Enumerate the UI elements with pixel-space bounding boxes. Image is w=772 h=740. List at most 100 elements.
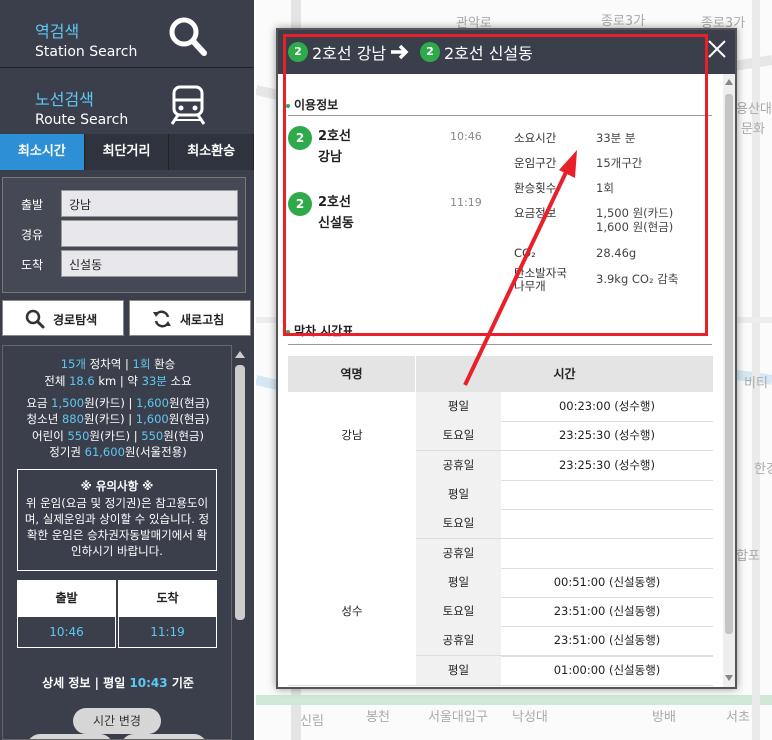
arrive-time: 11:19: [118, 616, 217, 648]
table-day-cell: 공휴일: [416, 538, 501, 568]
fare-card: 1,500: [51, 396, 85, 410]
via-input[interactable]: [61, 220, 238, 247]
refresh-button[interactable]: 새로고침: [129, 300, 251, 336]
notice-title: ※ 유의사항 ※: [80, 479, 154, 493]
route-search-submit-label: 경로탐색: [53, 313, 98, 327]
duration-suffix: 소요: [166, 374, 192, 388]
table-day-cell: 평일: [416, 479, 501, 509]
table-day-cell: 토요일: [416, 509, 501, 539]
fare-cash: 1,600: [136, 396, 169, 410]
table-time-cell: 00:23:00 (성수행): [558, 399, 656, 413]
transfer-count: 1회: [132, 357, 151, 371]
tree-label: 탄소발자국: [514, 266, 567, 280]
modal-scrollbar[interactable]: [723, 74, 735, 687]
departure-input[interactable]: 강남: [61, 190, 238, 217]
fare-card: 1,500 원(카드): [596, 206, 674, 220]
route-summary: 15개 정차역 | 1회 환승 전체 18.6 km | 약 33분 소요 요금…: [2, 345, 232, 740]
table-day-cell: 평일: [416, 655, 501, 685]
tree-value: 3.9kg CO₂ 감축: [596, 272, 679, 286]
fare-label: 요금정보: [514, 206, 557, 220]
tree-label-2: 나무개: [514, 279, 546, 293]
scrollbar-thumb[interactable]: [725, 94, 733, 634]
map-label: 합포: [736, 549, 760, 564]
map-label: 문화: [741, 122, 765, 137]
table-group-divider: [288, 685, 713, 686]
total-prefix: 전체: [44, 374, 70, 388]
detail-info: 상세 정보 | 평일 10:43 기준: [3, 674, 231, 691]
pill-button[interactable]: [121, 734, 207, 739]
arrival-input[interactable]: 신설동: [61, 250, 238, 277]
arrow-right-icon: [391, 44, 409, 60]
child-cash: 550: [141, 429, 164, 443]
last-train-title: 막차 시간표: [285, 324, 354, 338]
route-detail-modal: 2 2호선 강남 2 2호선 신설동 이용정보 2 2호선 강남 10:46 2…: [276, 28, 737, 689]
pill-button[interactable]: [27, 734, 113, 739]
train-icon: [170, 85, 206, 125]
route-time: 11:19: [450, 196, 482, 209]
scroll-up-icon[interactable]: [232, 348, 248, 362]
close-icon[interactable]: [706, 38, 728, 60]
fare-cash: 1,600 원(현금): [596, 220, 674, 234]
arrival-label: 도착: [21, 258, 44, 272]
table-time-cell: 23:25:30 (성수행): [558, 457, 656, 472]
detail-prefix: 상세 정보 | 평일: [42, 676, 130, 690]
route-tabs: 최소시간 최단거리 최소환승: [0, 134, 255, 170]
table-time-cell: 23:51:00 (신설동행): [553, 633, 661, 648]
table-time-cell: 00:51:00 (신설동행): [553, 574, 661, 589]
pass-unit: 원(서울전용): [124, 445, 187, 459]
notice-body: 위 운임(요금 및 정기권)은 참고용도이며, 실제운임과 상이할 수 있습니다…: [24, 496, 210, 558]
transfer-label: 환승횟수: [514, 181, 557, 195]
transfer-value: 1회: [596, 181, 614, 195]
route-search-submit-button[interactable]: 경로탐색: [2, 300, 124, 336]
from-station: 2호선 강남: [312, 44, 387, 63]
divider: [288, 344, 712, 345]
usage-info-title: 이용정보: [285, 98, 339, 112]
table-day-cell: 공휴일: [416, 450, 501, 480]
duration-value: 33분 분: [596, 131, 636, 145]
map-label: 용산대: [736, 102, 772, 117]
scroll-up-icon[interactable]: [723, 76, 735, 88]
table-station-cell: [288, 479, 416, 568]
table-day-cell: 평일: [416, 392, 501, 421]
detail-time: 10:43: [129, 676, 168, 690]
duration-label: 소요시간: [514, 131, 557, 145]
map-label: 신림: [300, 714, 324, 729]
search-icon: [25, 309, 45, 329]
table-time-cell: 23:51:00 (신설동행): [553, 604, 661, 619]
sidebar-scrollbar[interactable]: [232, 345, 248, 740]
route-station-name: 신설동: [318, 216, 354, 231]
table-day-cell: 평일: [416, 567, 501, 597]
depart-header: 출발: [17, 580, 116, 616]
map-label: 서울대입구: [428, 710, 488, 725]
tab-min-transfer[interactable]: 최소환승: [169, 134, 255, 170]
child-label: 어린이: [32, 429, 68, 443]
transfer-text: 환승: [150, 357, 176, 371]
table-day-cell: 공휴일: [416, 626, 501, 656]
table-time-cell: 23:25:30 (성수행): [558, 428, 656, 443]
stops-text: 정차역 |: [85, 357, 133, 371]
station-search-title-en: Station Search: [35, 44, 138, 60]
youth-card-unit: 원(카드) |: [83, 412, 136, 426]
scroll-down-icon[interactable]: [723, 672, 735, 684]
time-change-button[interactable]: 시간 변경: [73, 708, 161, 734]
table-time-cell: [501, 539, 713, 568]
route-search-title-en: Route Search: [35, 112, 129, 128]
child-card-unit: 원(카드) |: [89, 429, 142, 443]
summary-line-pass: 정기권 61,600원(서울전용): [3, 444, 231, 460]
youth-cash-unit: 원(현금): [168, 412, 210, 426]
notice-box: ※ 유의사항 ※ 위 운임(요금 및 정기권)은 참고용도이며, 실제운임과 상…: [17, 469, 217, 571]
tab-min-time[interactable]: 최소시간: [0, 134, 85, 170]
tab-shortest-distance[interactable]: 최단거리: [85, 134, 170, 170]
scrollbar-thumb[interactable]: [235, 365, 245, 620]
table-station-cell: 강남: [288, 392, 416, 480]
departure-row: 출발 강남: [3, 190, 247, 218]
line-badge: 2: [288, 42, 308, 62]
distance-value: 18.6: [69, 374, 95, 388]
route-station-name: 강남: [318, 150, 342, 165]
station-search-button[interactable]: 역검색 Station Search: [0, 2, 254, 68]
child-cash-unit: 원(현금): [163, 429, 204, 443]
summary-line-youth: 청소년 880원(카드) | 1,600원(현금): [3, 411, 231, 427]
table-time-cell: [501, 480, 713, 509]
map-label: 종로3가: [601, 14, 646, 29]
route-search-button[interactable]: 노선검색 Route Search: [0, 70, 254, 136]
